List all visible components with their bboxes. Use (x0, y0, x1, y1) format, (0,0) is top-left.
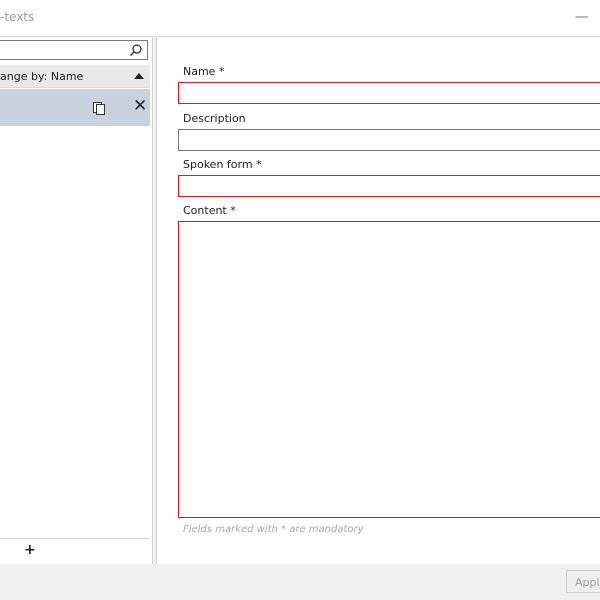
search-icon[interactable] (129, 43, 143, 57)
description-field[interactable] (178, 129, 600, 151)
content-label: Content * (183, 204, 236, 217)
apply-button[interactable]: Appl (566, 570, 600, 593)
arrange-by-label: ange by: Name (0, 70, 84, 83)
delete-icon[interactable]: ✕ (133, 98, 147, 115)
description-label: Description (183, 112, 246, 125)
spoken-form-field[interactable] (178, 175, 600, 197)
copy-icon[interactable] (92, 101, 106, 115)
sort-ascending-icon[interactable] (134, 73, 144, 79)
minimize-icon[interactable]: — (574, 9, 590, 25)
window-title: -texts (0, 10, 35, 24)
mandatory-hint: Fields marked with * are mandatory (183, 524, 364, 535)
spoken-form-label: Spoken form * (183, 158, 262, 171)
content-field[interactable] (178, 221, 600, 518)
arrange-by-header[interactable]: ange by: Name (0, 65, 150, 88)
editor-panel: Name * Description Spoken form * Content… (156, 38, 600, 564)
left-panel: ange by: Name ✕ + (0, 38, 153, 564)
add-icon[interactable]: + (24, 542, 36, 558)
name-label: Name * (183, 65, 225, 78)
bottom-bar: Appl (0, 564, 600, 600)
left-footer: + (0, 538, 150, 564)
title-bar: -texts — (0, 0, 600, 37)
name-field[interactable] (178, 82, 600, 104)
list-item[interactable]: ✕ (0, 89, 150, 126)
search-input[interactable] (0, 40, 148, 60)
